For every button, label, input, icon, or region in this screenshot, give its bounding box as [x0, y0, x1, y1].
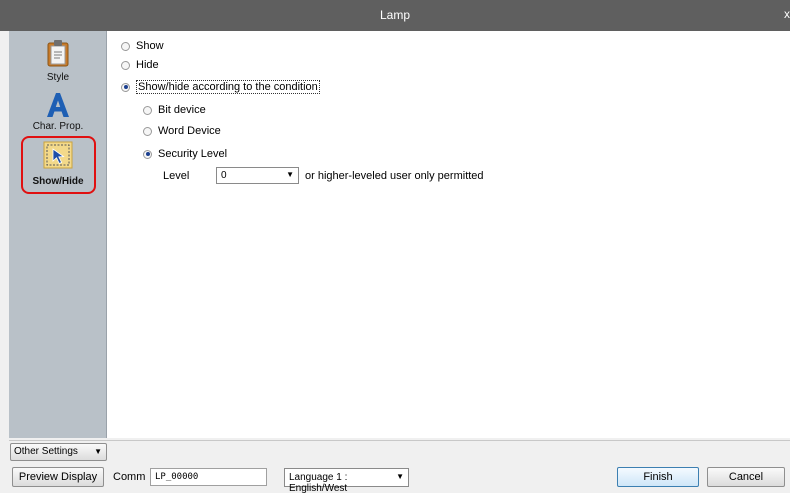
radio-word-device-label: Word Device	[158, 125, 221, 137]
level-suffix: or higher-leveled user only permitted	[305, 170, 484, 182]
radio-dot	[143, 126, 152, 136]
chevron-down-icon: ▼	[94, 447, 102, 456]
cancel-button[interactable]: Cancel	[707, 467, 785, 487]
sidebar-item-style[interactable]: Style	[9, 37, 107, 87]
level-value: 0	[221, 170, 227, 181]
radio-bit-device-label: Bit device	[158, 104, 206, 116]
window-title: Lamp	[379, 8, 411, 22]
radio-dot-checked	[121, 82, 130, 92]
language-select[interactable]: Language 1 : English/West ▼	[284, 468, 409, 493]
radio-dot	[121, 41, 130, 51]
comm-label: Comm	[113, 471, 146, 483]
level-select[interactable]: 0 ▼	[216, 167, 299, 184]
footer-divider	[9, 440, 790, 441]
chevron-down-icon: ▼	[286, 170, 294, 179]
level-label: Level	[163, 170, 190, 182]
comm-input[interactable]: LP_00000	[150, 468, 267, 486]
clipboard-icon	[47, 40, 69, 67]
other-settings-button[interactable]: Other Settings ▼	[10, 443, 107, 461]
chevron-down-icon: ▼	[396, 472, 404, 481]
sidebar-item-label: Char. Prop.	[32, 121, 84, 132]
preview-display-button[interactable]: Preview Display	[12, 467, 104, 487]
sidebar-item-char-prop[interactable]: Char. Prop.	[9, 89, 107, 135]
radio-security-level[interactable]: Security Level	[143, 148, 227, 160]
lamp-dialog: Lamp x Style Char. Prop. Show/Hide Other…	[0, 0, 790, 493]
radio-dot	[143, 105, 152, 115]
close-icon[interactable]: x	[784, 7, 790, 21]
radio-condition-label: Show/hide according to the condition	[136, 80, 320, 94]
selection-highlight	[21, 136, 96, 194]
radio-show-label: Show	[136, 40, 164, 52]
radio-hide[interactable]: Hide	[121, 59, 159, 71]
radio-bit-device[interactable]: Bit device	[143, 104, 206, 116]
language-value: Language 1 : English/West	[289, 472, 348, 493]
radio-word-device[interactable]: Word Device	[143, 125, 221, 137]
radio-show[interactable]: Show	[121, 40, 164, 52]
sidebar-item-label: Style	[46, 72, 70, 83]
radio-condition[interactable]: Show/hide according to the condition	[121, 80, 320, 94]
title-bar: Lamp x	[0, 0, 790, 31]
other-settings-label: Other Settings	[14, 446, 78, 457]
letter-a-icon	[47, 93, 69, 117]
radio-hide-label: Hide	[136, 59, 159, 71]
radio-security-level-label: Security Level	[158, 148, 228, 160]
radio-dot	[121, 60, 130, 70]
finish-button[interactable]: Finish	[617, 467, 699, 487]
radio-dot-checked	[143, 149, 152, 159]
category-sidebar: Style Char. Prop. Show/Hide	[9, 31, 107, 438]
